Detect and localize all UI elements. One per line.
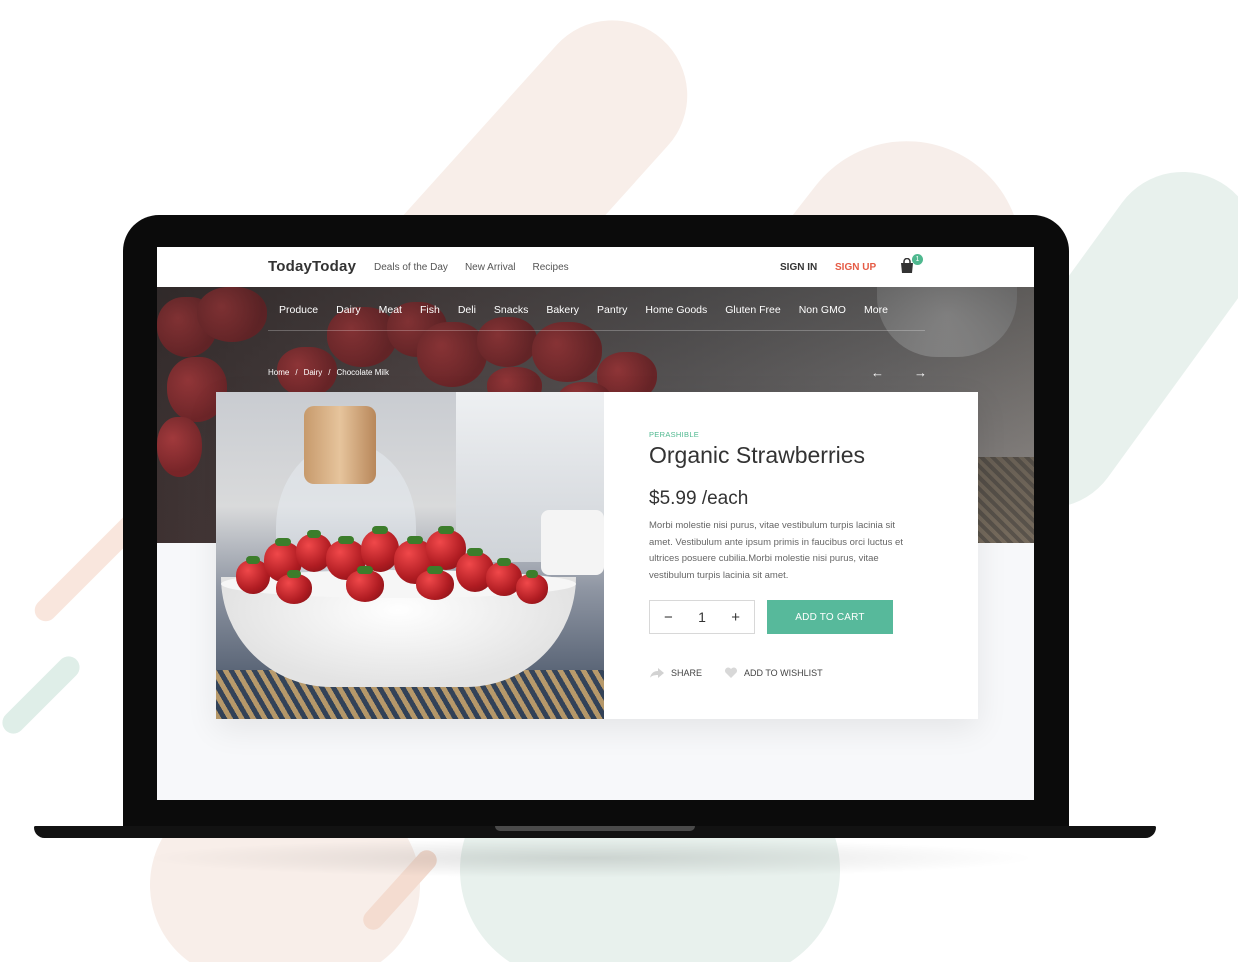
share-icon xyxy=(650,668,664,678)
category-meat[interactable]: Meat xyxy=(379,304,402,316)
nav-recipes[interactable]: Recipes xyxy=(533,262,569,273)
category-deli[interactable]: Deli xyxy=(458,304,476,316)
bg-shape xyxy=(0,651,85,739)
product-price: $5.99 /each xyxy=(649,488,749,509)
top-nav: Deals of the Day New Arrival Recipes xyxy=(374,262,569,273)
category-divider xyxy=(268,330,925,331)
quantity-increase-button[interactable]: + xyxy=(731,609,740,626)
site-header: TodayToday Deals of the Day New Arrival … xyxy=(157,247,1034,287)
strawberry xyxy=(276,570,312,604)
sign-up-link[interactable]: SIGN UP xyxy=(835,262,876,273)
nav-new-arrival[interactable]: New Arrival xyxy=(465,262,516,273)
arrow-left-icon[interactable]: ← xyxy=(871,365,884,380)
category-more[interactable]: More xyxy=(864,304,888,316)
category-non-gmo[interactable]: Non GMO xyxy=(799,304,846,316)
share-button[interactable]: SHARE xyxy=(649,667,702,679)
laptop-screen: TodayToday Deals of the Day New Arrival … xyxy=(157,247,1034,800)
image-carafe-neck xyxy=(304,406,376,484)
category-bakery[interactable]: Bakery xyxy=(546,304,579,316)
category-dairy[interactable]: Dairy xyxy=(336,304,361,316)
add-to-cart-button[interactable]: ADD TO CART xyxy=(767,600,893,634)
product-tag: PERASHIBLE xyxy=(649,430,700,439)
laptop-shadow xyxy=(140,838,1040,878)
quantity-decrease-button[interactable]: − xyxy=(664,609,673,626)
wishlist-label: ADD TO WISHLIST xyxy=(744,668,823,678)
laptop-notch xyxy=(495,826,695,831)
site-logo[interactable]: TodayToday xyxy=(268,258,356,275)
category-gluten-free[interactable]: Gluten Free xyxy=(725,304,780,316)
quantity-value[interactable]: 1 xyxy=(698,609,706,625)
breadcrumb-current: Chocolate Milk xyxy=(336,368,389,377)
cart-count-badge: 1 xyxy=(912,254,923,265)
quantity-stepper: − 1 + xyxy=(649,600,755,634)
category-produce[interactable]: Produce xyxy=(279,304,318,316)
strawberry xyxy=(416,566,454,600)
breadcrumb-dairy[interactable]: Dairy xyxy=(304,368,323,377)
product-image xyxy=(216,392,604,719)
strawberry xyxy=(346,566,384,602)
breadcrumb-home[interactable]: Home xyxy=(268,368,289,377)
category-snacks[interactable]: Snacks xyxy=(494,304,528,316)
breadcrumb-separator: / xyxy=(295,368,298,377)
breadcrumb-separator: / xyxy=(328,368,331,377)
category-pantry[interactable]: Pantry xyxy=(597,304,627,316)
product-title: Organic Strawberries xyxy=(649,442,866,468)
breadcrumb: Home / Dairy / Chocolate Milk xyxy=(268,368,389,377)
category-fish[interactable]: Fish xyxy=(420,304,440,316)
add-to-wishlist-button[interactable]: ADD TO WISHLIST xyxy=(724,667,823,679)
share-label: SHARE xyxy=(671,668,703,678)
heart-icon xyxy=(724,667,738,678)
image-cup xyxy=(541,510,604,575)
product-description: Morbi molestie nisi purus, vitae vestibu… xyxy=(649,520,903,581)
arrow-right-icon[interactable]: → xyxy=(914,365,927,380)
strawberry xyxy=(516,570,548,604)
category-home-goods[interactable]: Home Goods xyxy=(645,304,707,316)
sign-in-link[interactable]: SIGN IN xyxy=(780,262,817,273)
product-card: PERASHIBLE Organic Strawberries $5.99 /e… xyxy=(216,392,978,719)
category-nav: Produce Dairy Meat Fish Deli Snacks Bake… xyxy=(279,304,906,316)
nav-deals-of-the-day[interactable]: Deals of the Day xyxy=(374,262,448,273)
